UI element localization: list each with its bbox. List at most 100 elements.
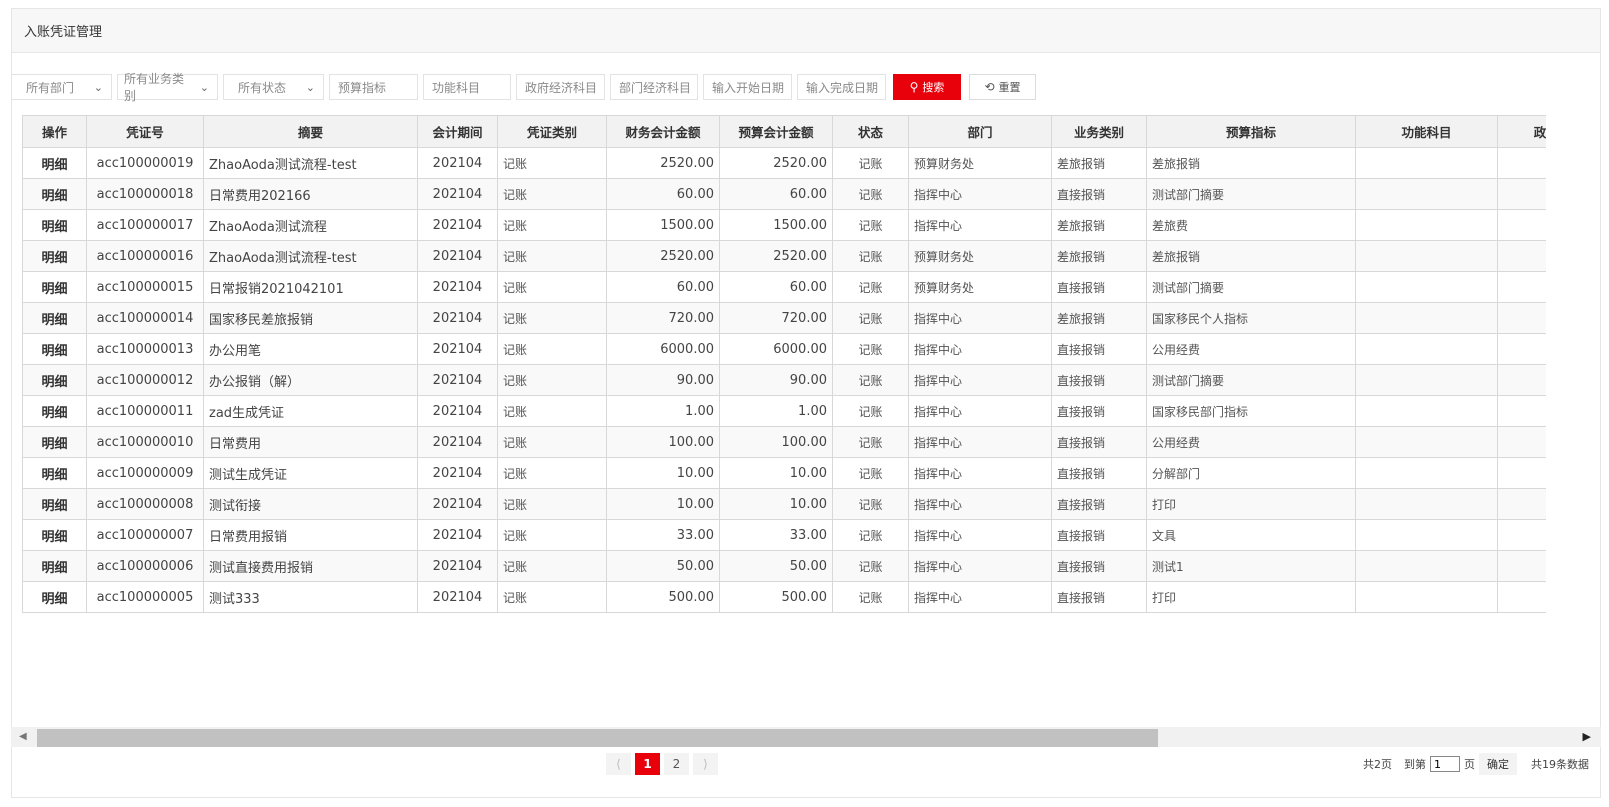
detail-link[interactable]: 明细 [22,395,87,427]
function-subject-cell [1355,302,1498,334]
voucher-no-cell: acc100000017 [86,209,204,241]
department-cell: 指挥中心 [908,581,1052,613]
function-subject-cell [1355,364,1498,396]
search-button[interactable]: ⚲ 搜索 [893,74,961,100]
detail-link[interactable]: 明细 [22,333,87,365]
budget-index-cell: 分解部门 [1146,457,1356,489]
detail-link[interactable]: 明细 [22,209,87,241]
budget-index-cell: 公用经费 [1146,426,1356,458]
financial-amount-cell: 90.00 [606,364,720,396]
scrollbar-thumb[interactable] [37,729,1158,747]
summary-cell: ZhaoAoda测试流程-test [203,240,418,272]
financial-amount-cell: 1.00 [606,395,720,427]
budget-index-input[interactable]: 预算指标 [329,74,418,100]
function-subject-input[interactable]: 功能科目 [423,74,511,100]
detail-link[interactable]: 明细 [22,240,87,272]
table-row: 明细 acc100000012 办公报销（解） 202104 记账 90.00 90.00 记… [22,364,1546,396]
col-header-gov-economic: 政 [1497,115,1546,148]
budget-index-cell: 国家移民部门指标 [1146,395,1356,427]
page-button-2[interactable]: 2 [664,753,689,775]
goto-page-input[interactable] [1430,756,1460,772]
next-page-icon[interactable]: ⟩ [693,753,718,775]
status-select[interactable]: 所有状态 ⌄ [223,74,324,100]
voucher-type-cell: 记账 [497,240,607,272]
voucher-type-cell: 记账 [497,519,607,551]
prev-page-icon[interactable]: ⟨ [606,753,631,775]
status-cell: 记账 [832,395,909,427]
department-cell: 指挥中心 [908,519,1052,551]
department-cell: 预算财务处 [908,147,1052,179]
function-subject-cell [1355,209,1498,241]
scroll-left-icon[interactable]: ◀ [19,731,27,742]
page-title: 入账凭证管理 [24,25,103,40]
reset-button[interactable]: ⟲ 重置 [969,74,1036,100]
scroll-right-icon[interactable]: ▶ [1583,730,1591,743]
status-cell: 记账 [832,488,909,520]
department-cell: 指挥中心 [908,209,1052,241]
budget-amount-cell: 720.00 [719,302,833,334]
budget-amount-cell: 2520.00 [719,240,833,272]
end-date-input[interactable]: 输入完成日期 [797,74,886,100]
detail-link[interactable]: 明细 [22,457,87,489]
department-select[interactable]: 所有部门 ⌄ [11,74,112,100]
budget-amount-cell: 60.00 [719,271,833,303]
detail-link[interactable]: 明细 [22,178,87,210]
voucher-no-cell: acc100000012 [86,364,204,396]
dept-economic-subject-input[interactable]: 部门经济科目 [610,74,698,100]
table-row: 明细 acc100000009 测试生成凭证 202104 记账 10.00 10.00 记账… [22,457,1546,489]
period-cell: 202104 [417,209,498,241]
department-cell: 指挥中心 [908,457,1052,489]
col-header-period: 会计期间 [417,115,498,148]
period-cell: 202104 [417,333,498,365]
department-cell: 指挥中心 [908,395,1052,427]
table-row: 明细 acc100000005 测试333 202104 记账 500.00 500.00 记… [22,581,1546,613]
budget-amount-cell: 2520.00 [719,147,833,179]
page-button-1[interactable]: 1 [635,753,660,775]
detail-link[interactable]: 明细 [22,488,87,520]
reset-button-label: 重置 [998,81,1021,94]
gov-economic-subject-input[interactable]: 政府经济科目 [516,74,605,100]
col-header-budget-index: 预算指标 [1146,115,1356,148]
horizontal-scrollbar[interactable]: ◀ ▶ [11,727,1601,747]
detail-link[interactable]: 明细 [22,519,87,551]
table-row: 明细 acc100000017 ZhaoAoda测试流程 202104 记账 1500.0… [22,209,1546,241]
detail-link[interactable]: 明细 [22,550,87,582]
detail-link[interactable]: 明细 [22,364,87,396]
detail-link[interactable]: 明细 [22,426,87,458]
col-header-financial-amount: 财务会计金额 [606,115,720,148]
business-type-cell: 直接报销 [1051,178,1147,210]
status-cell: 记账 [832,364,909,396]
budget-index-cell: 打印 [1146,488,1356,520]
col-header-function-subject: 功能科目 [1355,115,1498,148]
confirm-button[interactable]: 确定 [1479,753,1517,775]
gov-economic-cell [1497,457,1546,489]
period-cell: 202104 [417,581,498,613]
function-subject-cell [1355,147,1498,179]
voucher-no-cell: acc100000019 [86,147,204,179]
start-date-input[interactable]: 输入开始日期 [703,74,792,100]
gov-economic-cell [1497,364,1546,396]
gov-economic-cell [1497,333,1546,365]
voucher-table-container: 操作 凭证号 摘要 会计期间 凭证类别 财务会计金额 预算会计金额 状态 部门 … [22,115,1546,632]
budget-index-cell: 测试1 [1146,550,1356,582]
status-cell: 记账 [832,147,909,179]
detail-link[interactable]: 明细 [22,302,87,334]
detail-link[interactable]: 明细 [22,271,87,303]
table-row: 明细 acc100000011 zad生成凭证 202104 记账 1.00 1.00 记账指… [22,395,1546,427]
voucher-table: 操作 凭证号 摘要 会计期间 凭证类别 财务会计金额 预算会计金额 状态 部门 … [22,115,1546,613]
chevron-down-icon: ⌄ [199,80,209,94]
detail-link[interactable]: 明细 [22,581,87,613]
department-cell: 指挥中心 [908,488,1052,520]
detail-link[interactable]: 明细 [22,147,87,179]
table-row: 明细 acc100000018 日常费用202166 202104 记账 60.00 60.… [22,178,1546,210]
business-type-select[interactable]: 所有业务类别 ⌄ [117,72,218,103]
summary-cell: 日常费用报销 [203,519,418,551]
period-cell: 202104 [417,519,498,551]
function-subject-cell [1355,426,1498,458]
gov-economic-cell [1497,581,1546,613]
col-header-summary: 摘要 [203,115,418,148]
business-type-cell: 直接报销 [1051,426,1147,458]
table-row: 明细 acc100000014 国家移民差旅报销 202104 记账 720.00 720.… [22,302,1546,334]
goto-prefix: 到第 [1404,758,1426,771]
panel-header: 入账凭证管理 [12,9,1600,53]
